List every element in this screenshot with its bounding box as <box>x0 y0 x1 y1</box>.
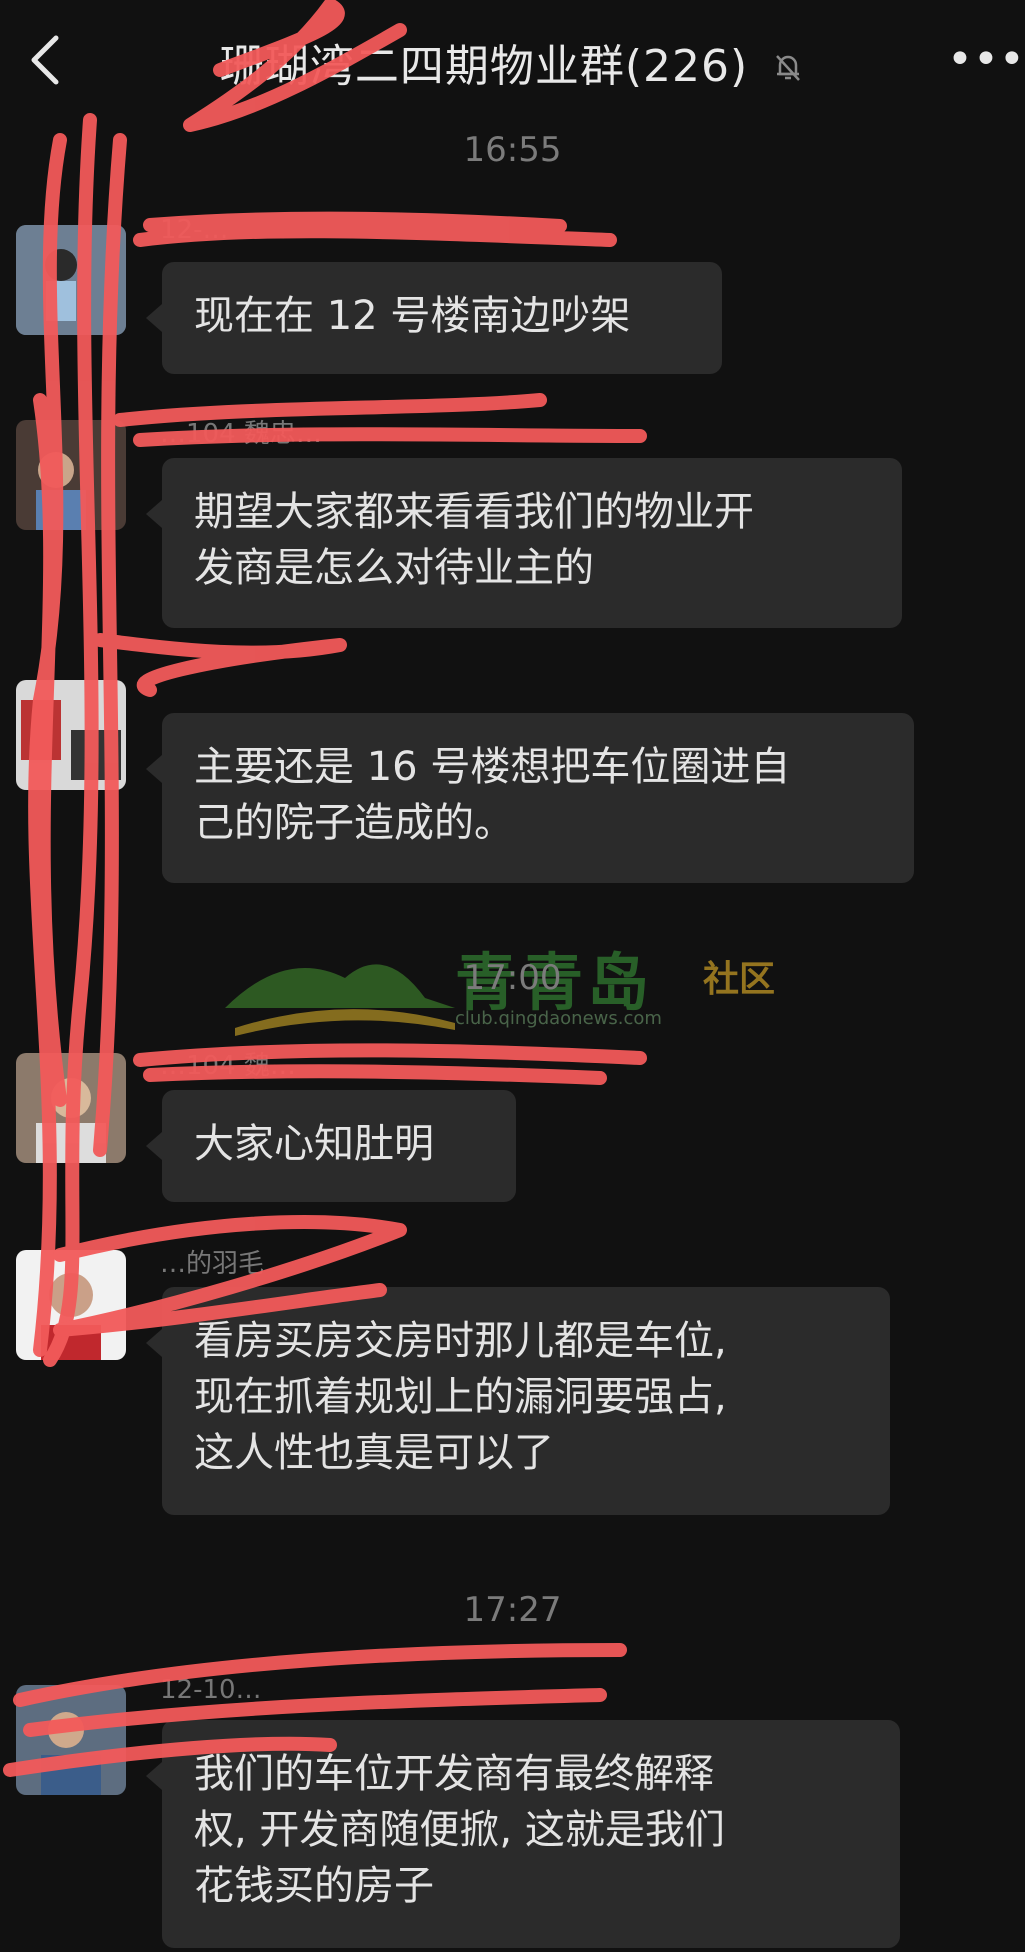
message-bubble[interactable]: 期望大家都来看看我们的物业开 发商是怎么对待业主的 <box>146 458 902 628</box>
message-text: 主要还是 16 号楼想把车位圈进自 <box>194 744 791 790</box>
sender-name: …的羽毛 <box>160 1249 265 1279</box>
message-text: 期望大家都来看看我们的物业开 <box>194 489 754 535</box>
watermark-url: club.qingdaonews.com <box>455 1008 662 1029</box>
timestamp: 17:00 <box>463 958 562 998</box>
message-bubble[interactable]: 现在在 12 号楼南边吵架 <box>146 262 722 374</box>
chevron-left-icon <box>31 35 59 85</box>
message-bubble[interactable]: 我们的车位开发商有最终解释 权, 开发商随便掀, 这就是我们 花钱买的房子 <box>146 1720 900 1948</box>
more-options-button[interactable]: ••• <box>947 38 1025 82</box>
message-text: 大家心知肚明 <box>194 1121 434 1167</box>
timestamp: 16:55 <box>463 130 562 170</box>
avatar[interactable] <box>16 1250 126 1360</box>
sender-name: 12-10… <box>160 1675 262 1705</box>
message-text: 发商是怎么对待业主的 <box>194 545 594 591</box>
avatar[interactable] <box>16 1685 126 1795</box>
sender-name: …104 魏… <box>160 1051 296 1081</box>
chat-header: 珊瑚湾二四期物业群(226) ••• <box>0 0 1025 120</box>
scribble-sender-3 <box>93 633 347 697</box>
message-text: 花钱买的房子 <box>194 1863 434 1909</box>
message-bubble[interactable]: 看房买房交房时那儿都是车位, 现在抓着规划上的漏洞要强占, 这人性也真是可以了 <box>146 1287 890 1515</box>
avatar[interactable] <box>16 1053 126 1163</box>
sender-name: …104 魏忠… <box>160 419 322 449</box>
chat-title-text: 珊瑚湾二四期物业群(226) <box>219 41 749 92</box>
message-text: 看房买房交房时那儿都是车位, <box>194 1318 727 1364</box>
avatar[interactable] <box>16 225 126 335</box>
sender-name: 12-… <box>160 215 229 245</box>
bell-off-icon <box>771 44 805 95</box>
back-button[interactable] <box>22 30 72 90</box>
avatar[interactable] <box>16 420 126 530</box>
message-text: 这人性也真是可以了 <box>194 1430 554 1476</box>
timestamp: 17:27 <box>463 1590 562 1630</box>
message-text: 权, 开发商随便掀, 这就是我们 <box>194 1807 725 1853</box>
message-text: 我们的车位开发商有最终解释 <box>194 1751 714 1797</box>
avatar[interactable] <box>16 680 126 790</box>
message-bubble[interactable]: 主要还是 16 号楼想把车位圈进自 己的院子造成的。 <box>146 713 914 883</box>
message-text: 现在在 12 号楼南边吵架 <box>194 293 631 339</box>
message-bubble[interactable]: 大家心知肚明 <box>146 1090 516 1202</box>
message-text: 现在抓着规划上的漏洞要强占, <box>194 1374 727 1420</box>
chat-title: 珊瑚湾二四期物业群(226) <box>180 30 845 95</box>
message-text: 己的院子造成的。 <box>194 800 514 846</box>
